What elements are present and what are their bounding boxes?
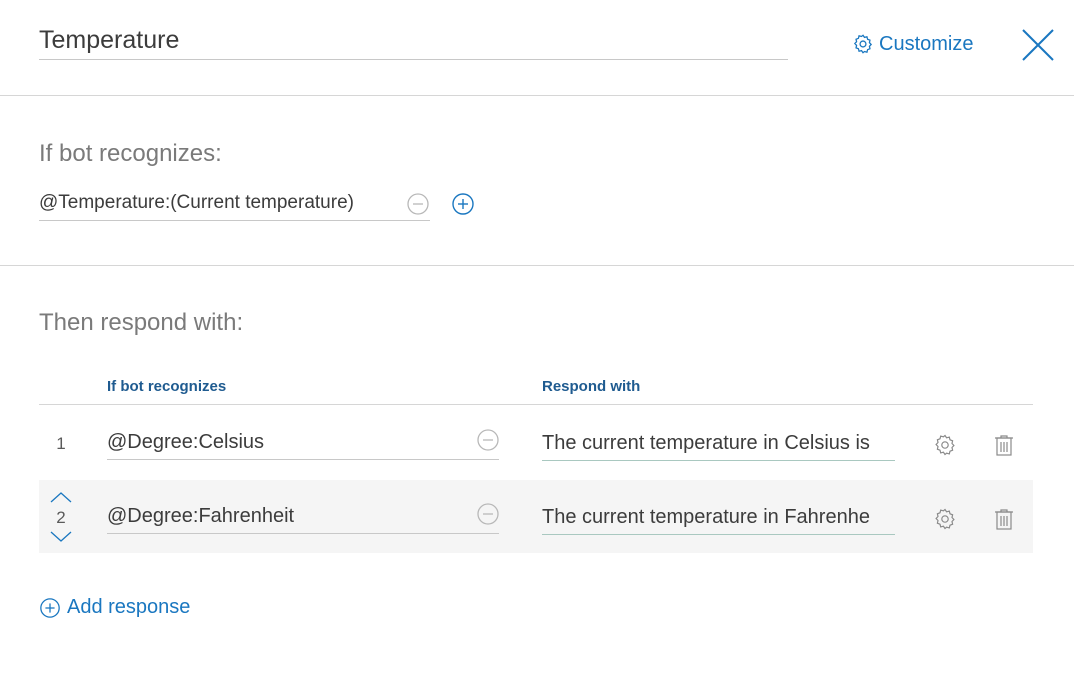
close-icon xyxy=(1020,29,1056,67)
customize-label: Customize xyxy=(879,32,974,55)
gear-icon xyxy=(852,33,874,55)
row-number: 1 xyxy=(56,434,66,453)
response-row: 1 @Degree:Celsius The current temperatur… xyxy=(39,406,1033,479)
chevron-up-icon xyxy=(49,491,73,508)
minus-circle-icon xyxy=(476,503,500,530)
row-response-field[interactable]: The current temperature in Celsius is xyxy=(542,429,895,461)
response-section: Then respond with: If bot recognizes Res… xyxy=(0,266,1074,698)
row-condition-field[interactable]: @Degree:Fahrenheit xyxy=(107,502,499,534)
condition-heading: If bot recognizes: xyxy=(39,140,222,167)
minus-circle-icon xyxy=(406,193,430,220)
row-settings-button[interactable] xyxy=(933,433,957,457)
condition-section: If bot recognizes: @Temperature:(Current… xyxy=(0,97,1074,266)
table-divider xyxy=(39,404,1033,405)
move-row-down-button[interactable] xyxy=(49,530,73,544)
header: Customize xyxy=(0,0,1074,96)
row-delete-button[interactable] xyxy=(992,507,1016,531)
minus-circle-icon xyxy=(476,429,500,456)
remove-row-condition-button[interactable] xyxy=(476,428,500,452)
trash-icon xyxy=(992,435,1016,461)
remove-row-condition-button[interactable] xyxy=(476,502,500,526)
column-header-if: If bot recognizes xyxy=(107,378,227,395)
row-settings-button[interactable] xyxy=(933,507,957,531)
row-condition-field[interactable]: @Degree:Celsius xyxy=(107,428,499,460)
remove-condition-button[interactable] xyxy=(406,192,430,216)
row-number: 2 xyxy=(56,508,66,527)
node-title-input[interactable] xyxy=(39,22,788,60)
move-row-up-button[interactable] xyxy=(49,490,73,504)
add-response-label: Add response xyxy=(67,596,191,618)
close-button[interactable] xyxy=(1020,27,1056,63)
chevron-down-icon xyxy=(49,531,73,548)
condition-field[interactable]: @Temperature:(Current temperature) xyxy=(39,189,430,221)
customize-button[interactable]: Customize xyxy=(852,30,973,58)
response-heading: Then respond with: xyxy=(39,309,244,336)
response-row: 2 @Degree:Fahrenheit The current tempera… xyxy=(39,480,1033,553)
plus-circle-icon xyxy=(451,193,475,220)
column-header-respond: Respond with xyxy=(542,378,641,395)
gear-icon xyxy=(933,434,957,461)
row-delete-button[interactable] xyxy=(992,433,1016,457)
row-response-field[interactable]: The current temperature in Fahrenhe xyxy=(542,503,895,535)
trash-icon xyxy=(992,509,1016,535)
plus-circle-icon xyxy=(39,597,61,619)
add-response-button[interactable]: Add response xyxy=(39,596,190,619)
add-condition-button[interactable] xyxy=(451,192,475,216)
gear-icon xyxy=(933,508,957,535)
